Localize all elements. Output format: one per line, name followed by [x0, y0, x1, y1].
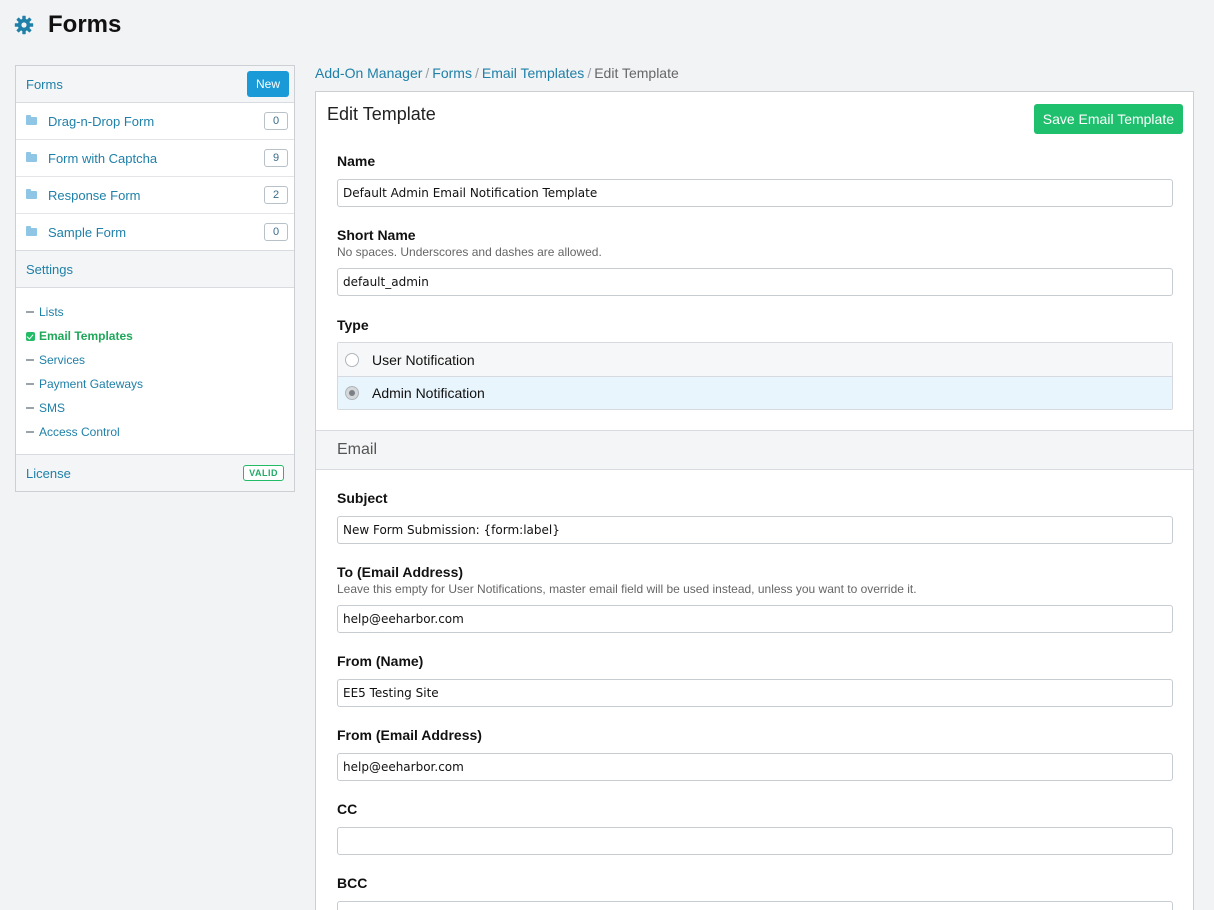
dash-icon — [26, 383, 34, 385]
radio-selected[interactable] — [345, 386, 359, 400]
license-status-badge: VALID — [243, 465, 284, 481]
cc-label: CC — [337, 801, 358, 817]
bcc-label: BCC — [337, 875, 368, 891]
subject-label: Subject — [337, 490, 388, 506]
sidebar-form-item[interactable]: Sample Form 0 — [16, 214, 294, 251]
sidebar-form-item[interactable]: Response Form 2 — [16, 177, 294, 214]
name-input[interactable] — [337, 179, 1173, 207]
radio-unselected[interactable] — [345, 352, 359, 367]
from-name-input[interactable] — [337, 679, 1173, 707]
forms-section-header: Forms New — [16, 66, 294, 103]
page-header: Forms — [14, 10, 121, 40]
save-email-template-button[interactable]: Save Email Template — [1033, 104, 1183, 134]
to-email-label: To (Email Address) — [337, 564, 464, 580]
settings-item-payment-gateways[interactable]: Payment Gateways — [26, 372, 284, 396]
settings-item-access-control[interactable]: Access Control — [26, 420, 284, 444]
type-option-label: Admin Notification — [372, 385, 485, 401]
new-form-button[interactable]: New — [246, 71, 289, 97]
folder-icon — [26, 226, 37, 236]
panel-header: Edit Template Save Email Template — [316, 92, 1193, 142]
to-email-input[interactable] — [337, 605, 1173, 633]
sidebar-form-item[interactable]: Drag-n-Drop Form 0 — [16, 103, 294, 140]
dash-icon — [26, 311, 34, 313]
type-option-admin-notification[interactable]: Admin Notification — [338, 376, 1172, 409]
form-count-badge: 9 — [264, 149, 288, 167]
folder-icon — [26, 152, 37, 162]
settings-item-label[interactable]: Services — [39, 353, 85, 367]
short-name-label: Short Name — [337, 227, 416, 243]
name-label: Name — [337, 153, 376, 169]
page-title: Forms — [48, 11, 122, 38]
settings-item-sms[interactable]: SMS — [26, 396, 284, 420]
short-name-input[interactable] — [337, 268, 1173, 296]
form-count-badge: 0 — [264, 112, 288, 130]
breadcrumb-link-forms[interactable]: Forms — [432, 65, 472, 81]
settings-section-label: Settings — [26, 261, 73, 277]
type-option-label: User Notification — [372, 351, 475, 368]
from-email-input[interactable] — [337, 753, 1173, 781]
form-label[interactable]: Form with Captcha — [48, 151, 264, 166]
type-label: Type — [337, 317, 369, 333]
panel-title: Edit Template — [327, 104, 436, 124]
short-name-hint: No spaces. Underscores and dashes are al… — [337, 245, 602, 259]
to-email-hint: Leave this empty for User Notifications,… — [337, 582, 917, 596]
settings-item-label[interactable]: Email Templates — [39, 329, 133, 343]
license-label[interactable]: License — [26, 466, 71, 481]
form-label[interactable]: Sample Form — [48, 225, 264, 240]
type-option-user-notification[interactable]: User Notification — [338, 343, 1172, 376]
bcc-input[interactable] — [337, 901, 1173, 910]
checkbox-checked-icon — [26, 331, 35, 341]
folder-icon — [26, 189, 37, 199]
form-label[interactable]: Response Form — [48, 188, 264, 203]
form-count-badge: 2 — [264, 186, 288, 204]
edit-template-panel: Edit Template Save Email Template Name S… — [315, 91, 1194, 910]
settings-item-label[interactable]: Lists — [39, 305, 64, 319]
breadcrumb-separator: / — [425, 65, 430, 81]
email-section-header: Email — [316, 430, 1193, 470]
settings-item-lists[interactable]: Lists — [26, 300, 284, 324]
email-section: Subject To (Email Address) Leave this em… — [316, 490, 1193, 910]
type-radio-group: User Notification Admin Notification — [337, 342, 1173, 410]
breadcrumb: Add-On Manager / Forms / Email Templates / Edi… — [315, 65, 679, 81]
settings-item-label[interactable]: Payment Gateways — [39, 377, 143, 391]
settings-list: Lists Email Templates Services Payment G… — [16, 288, 294, 455]
template-section: Name Short Name No spaces. Underscores a… — [316, 153, 1193, 410]
breadcrumb-link-email-templates[interactable]: Email Templates — [482, 65, 584, 81]
form-label[interactable]: Drag-n-Drop Form — [48, 114, 264, 129]
cc-input[interactable] — [337, 827, 1173, 855]
breadcrumb-current: Edit Template — [594, 65, 679, 81]
settings-item-services[interactable]: Services — [26, 348, 284, 372]
dash-icon — [26, 359, 34, 361]
forms-section-label[interactable]: Forms — [26, 77, 63, 92]
breadcrumb-link-addon-manager[interactable]: Add-On Manager — [315, 65, 422, 81]
breadcrumb-separator: / — [474, 65, 479, 81]
license-row: License VALID — [16, 455, 294, 491]
sidebar: Forms New Drag-n-Drop Form 0 Form with C… — [15, 65, 295, 492]
folder-icon — [26, 115, 37, 125]
from-email-label: From (Email Address) — [337, 727, 482, 743]
gear-icon — [14, 15, 34, 35]
dash-icon — [26, 431, 34, 433]
settings-section-header: Settings — [16, 251, 294, 288]
breadcrumb-separator: / — [587, 65, 592, 81]
form-count-badge: 0 — [264, 223, 288, 241]
settings-item-label[interactable]: SMS — [39, 401, 65, 415]
subject-input[interactable] — [337, 516, 1173, 544]
settings-item-email-templates[interactable]: Email Templates — [26, 324, 284, 348]
dash-icon — [26, 407, 34, 409]
sidebar-form-item[interactable]: Form with Captcha 9 — [16, 140, 294, 177]
from-name-label: From (Name) — [337, 653, 424, 669]
settings-item-label[interactable]: Access Control — [39, 425, 120, 439]
